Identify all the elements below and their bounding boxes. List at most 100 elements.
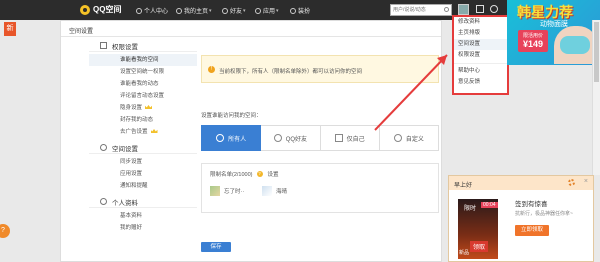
ad-banner[interactable]: 韩星力荐 动物面膜 限活用价 ¥149	[507, 0, 600, 65]
person-icon	[136, 7, 142, 14]
notice-text: 当前权限下，所有人（限制名单除外）都可以访问你的空间	[219, 69, 363, 75]
nav-personal-center[interactable]: 个人中心	[136, 6, 168, 15]
divider	[61, 36, 441, 37]
new-badge[interactable]: 新	[4, 22, 16, 36]
popup-title: 签到有惊喜	[515, 201, 548, 208]
ad-price-tag: 限活用价 ¥149	[518, 30, 548, 52]
price-label: 限活用价	[522, 33, 543, 39]
nav-friends[interactable]: 好友 ▾	[222, 6, 246, 15]
sidebar-item-my-preferences[interactable]: 我的赠好	[89, 222, 197, 234]
search-input[interactable]	[391, 5, 441, 15]
nav-label: 好友	[230, 9, 243, 15]
sidebar-item-label: 我的赠好	[120, 225, 143, 231]
help-icon[interactable]: ?	[256, 171, 263, 177]
promo-limited-label: 限时	[464, 206, 477, 212]
restriction-list: 限制名单(2/1000) ? 设置 忘了时·· 海晴	[201, 163, 439, 213]
entry-name: 海晴	[276, 189, 288, 195]
sidebar-item-seal-feed[interactable]: 封存我的动态	[89, 114, 197, 126]
sidebar-item-sync[interactable]: 同步设置	[89, 156, 197, 168]
search-icon[interactable]	[444, 7, 449, 12]
menu-item-permission-settings[interactable]: 权限设置	[454, 50, 507, 61]
crown-icon	[145, 105, 153, 109]
entry-name: 忘了时··	[224, 189, 245, 195]
greeting-popup: 早上好 × 限时 00:04 领取 新品 签到有惊喜 抗新行，极品神器任你拿~ …	[448, 175, 594, 262]
sidebar-item-label: 评论留言动态设置	[120, 93, 165, 99]
sidebar-item-who-can-view-space[interactable]: 谁能看我的空间	[89, 54, 197, 66]
promo-stamp: 领取	[470, 241, 489, 252]
option-only-me[interactable]: 仅自己	[320, 125, 380, 151]
sidebar-item-basic-info[interactable]: 基本资料	[89, 210, 197, 222]
sidebar-item-notifications[interactable]: 通知和提醒	[89, 180, 197, 192]
chevron-down-icon: ▾	[276, 7, 279, 14]
qzone-star-icon	[80, 4, 90, 15]
nav-apps[interactable]: 应用 ▾	[255, 6, 279, 15]
sidebar-item-label: 封存我的动态	[120, 117, 154, 123]
menu-item-space-settings[interactable]: 空间设置	[454, 39, 507, 50]
globe-icon	[216, 134, 225, 142]
avatar[interactable]	[458, 4, 469, 15]
restriction-settings-link[interactable]: 设置	[268, 170, 279, 178]
lock-icon	[334, 134, 343, 142]
page-scrollbar[interactable]	[592, 20, 600, 175]
nav-decorate[interactable]: 装扮	[290, 6, 310, 15]
sidebar-item-label: 谁能看我的动态	[120, 81, 159, 87]
nav-label: 我的主页	[184, 9, 209, 15]
section-header: 权限设置	[89, 40, 197, 52]
sidebar-item-app-settings[interactable]: 应用设置	[89, 168, 197, 180]
settings-panel: 空间设置 权限设置 谁能看我的空间 设置空间统一权限 谁能看我的动态 评论留言动…	[60, 20, 442, 262]
sidebar-item-unified-permission[interactable]: 设置空间统一权限	[89, 66, 197, 78]
promo-timer: 00:04	[481, 202, 498, 208]
apps-icon	[255, 7, 261, 14]
gear-icon[interactable]	[568, 179, 575, 186]
friends-icon	[273, 134, 282, 142]
settings-sidebar: 权限设置 谁能看我的空间 设置空间统一权限 谁能看我的动态 评论留言动态设置 隐…	[89, 40, 197, 238]
option-qq-friends[interactable]: QQ好友	[261, 125, 321, 151]
popup-header: 早上好 ×	[449, 176, 593, 190]
section-title: 权限设置	[112, 43, 138, 51]
sidebar-item-label: 基本资料	[120, 213, 143, 219]
gear-icon[interactable]	[490, 5, 498, 13]
option-everyone[interactable]: 所有人	[201, 125, 262, 151]
scrollbar-thumb[interactable]	[594, 22, 599, 82]
exit-icon[interactable]	[476, 5, 484, 13]
list-item[interactable]: 忘了时··	[210, 186, 244, 196]
nav-my-homepage[interactable]: 我的主页 ▾	[176, 6, 212, 15]
sidebar-item-remove-ads[interactable]: 去广告设置	[89, 126, 197, 138]
chevron-down-icon: ▾	[243, 7, 246, 14]
close-icon[interactable]: ×	[584, 178, 588, 185]
menu-item-feedback[interactable]: 意见反馈	[454, 77, 507, 88]
price-value: ¥149	[522, 39, 544, 49]
section-header: 个人资料	[89, 196, 197, 208]
save-button[interactable]: 保存	[201, 242, 231, 252]
home-icon	[176, 7, 182, 14]
sidebar-item-invisible[interactable]: 隐身设置	[89, 102, 197, 114]
access-options: 所有人 QQ好友 仅自己 自定义	[201, 125, 439, 151]
avatar	[210, 186, 220, 196]
option-label: QQ好友	[285, 136, 308, 143]
search-box[interactable]	[390, 4, 452, 16]
sidebar-item-label: 同步设置	[120, 159, 143, 165]
sidebar-item-label: 应用设置	[120, 171, 143, 177]
sidebar-item-comment-settings[interactable]: 评论留言动态设置	[89, 90, 197, 102]
nav-label: 个人中心	[144, 9, 169, 15]
popup-greeting: 早上好	[454, 183, 473, 189]
sidebar-item-who-can-view-feed[interactable]: 谁能看我的动态	[89, 78, 197, 90]
claim-button[interactable]: 立即领取	[515, 225, 549, 236]
list-item[interactable]: 海晴	[262, 186, 287, 196]
menu-item-edit-profile[interactable]: 修改资料	[454, 17, 507, 28]
section-title: 空间设置	[112, 145, 138, 153]
section-permissions: 权限设置 谁能看我的空间 设置空间统一权限 谁能看我的动态 评论留言动态设置 隐…	[89, 40, 197, 138]
profile-icon	[100, 198, 107, 205]
option-label: 自定义	[405, 136, 424, 143]
page-title: 空间设置	[69, 29, 94, 35]
section-space-settings: 空间设置 同步设置 应用设置 通知和提醒	[89, 142, 197, 192]
menu-item-homepage-layout[interactable]: 主页排版	[454, 28, 507, 39]
menu-item-help-center[interactable]: 帮助中心	[454, 66, 507, 77]
option-custom[interactable]: 自定义	[379, 125, 439, 151]
qzone-logo[interactable]: QQ空间	[80, 4, 121, 15]
access-question: 设置谁能访问我的空间：	[201, 113, 262, 119]
sidebar-item-label: 通知和提醒	[120, 183, 148, 189]
sidebar-item-label: 隐身设置	[120, 105, 143, 111]
promo-image[interactable]: 限时 00:04 领取 新品	[458, 199, 498, 259]
restriction-list-header: 限制名单(2/1000) ? 设置	[210, 170, 279, 178]
